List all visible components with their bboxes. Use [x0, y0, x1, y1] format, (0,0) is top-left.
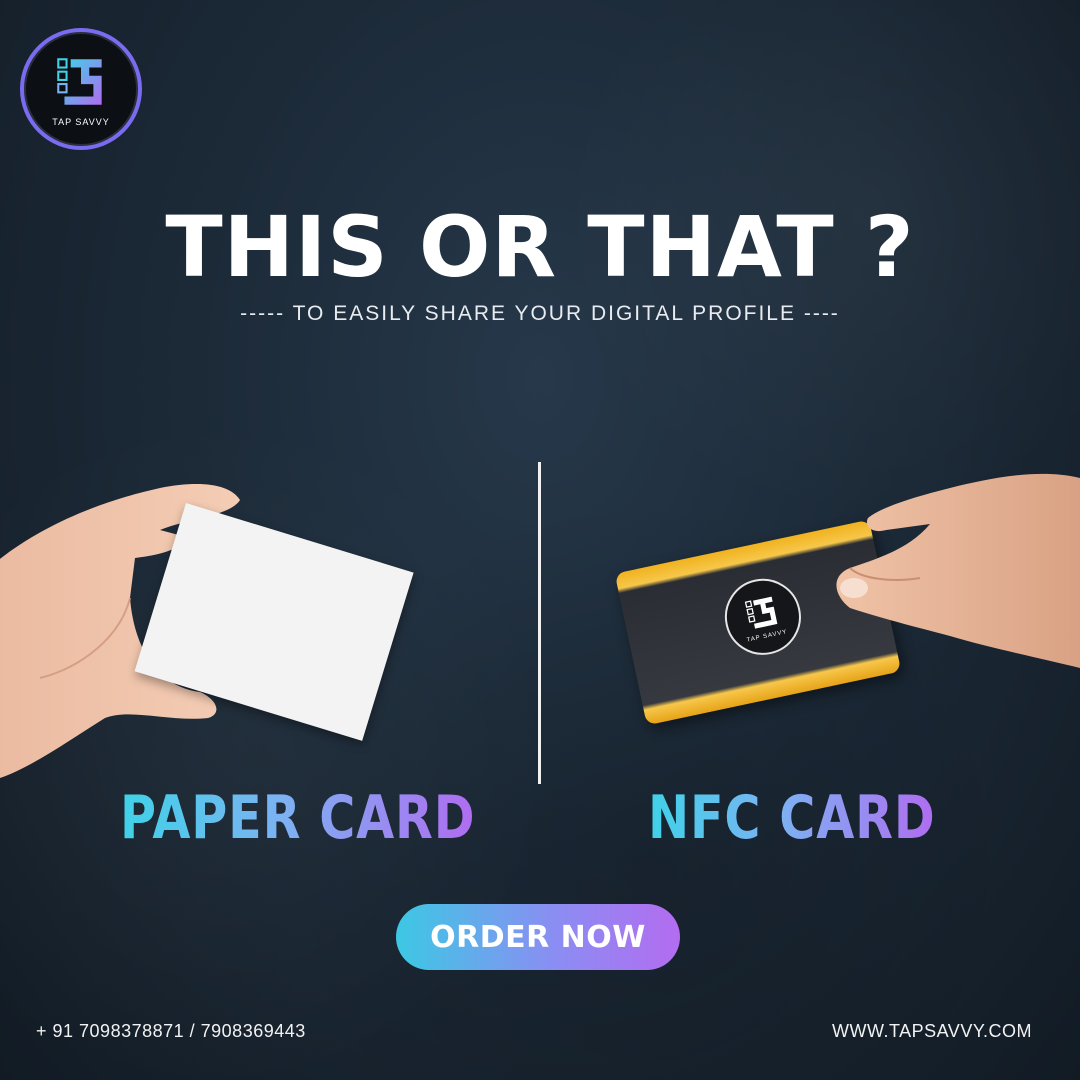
headline: THIS OR THAT ?: [165, 198, 915, 296]
ts-logo-icon: [57, 58, 102, 105]
nfc-card-label: NFC CARD: [648, 783, 936, 853]
center-divider: [538, 462, 541, 784]
order-now-button[interactable]: ORDER NOW: [396, 904, 680, 970]
paper-card-label: PAPER CARD: [120, 783, 476, 853]
nfc-card-logo: TAP SAVVY: [717, 571, 809, 662]
website-link[interactable]: WWW.TAPSAVVY.COM: [832, 1021, 1032, 1042]
hand-right-illustration: [836, 473, 1080, 668]
ts-logo-icon: [744, 596, 778, 629]
contact-phone[interactable]: + 91 7098378871 / 7908369443: [36, 1021, 306, 1042]
logo-text: TAP SAVVY: [52, 117, 110, 127]
brand-logo[interactable]: TAP SAVVY: [20, 28, 142, 150]
subheadline: ----- TO EASILY SHARE YOUR DIGITAL PROFI…: [240, 302, 840, 325]
